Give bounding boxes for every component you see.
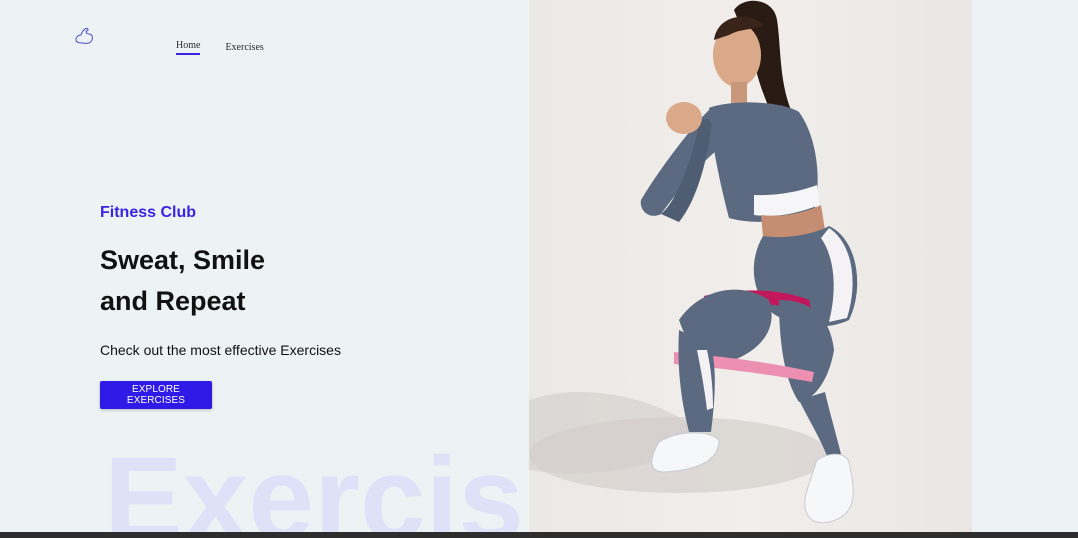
top-nav: Home Exercises [176,40,264,55]
hero-headline-line2: and Repeat [100,286,246,316]
hero-headline: Sweat, Smile and Repeat [100,240,500,322]
explore-exercises-button[interactable]: EXPLORE EXERCISES [100,381,212,409]
watermark-text: Exercis [104,433,524,538]
hero-tagline: Fitness Club [100,204,197,221]
hero-section: Fitness Club Sweat, Smile and Repeat Che… [100,204,500,409]
bicep-logo-icon[interactable] [72,24,96,48]
hero-image [529,0,972,538]
hero-headline-line1: Sweat, Smile [100,245,266,275]
bottom-scrollbar[interactable] [0,532,1078,538]
hero-subtitle: Check out the most effective Exercises [100,342,341,358]
page: Home Exercises Exercis Fitness Club Swea… [0,0,1078,538]
nav-home-link[interactable]: Home [176,40,201,55]
nav-exercises-link[interactable]: Exercises [225,42,263,55]
